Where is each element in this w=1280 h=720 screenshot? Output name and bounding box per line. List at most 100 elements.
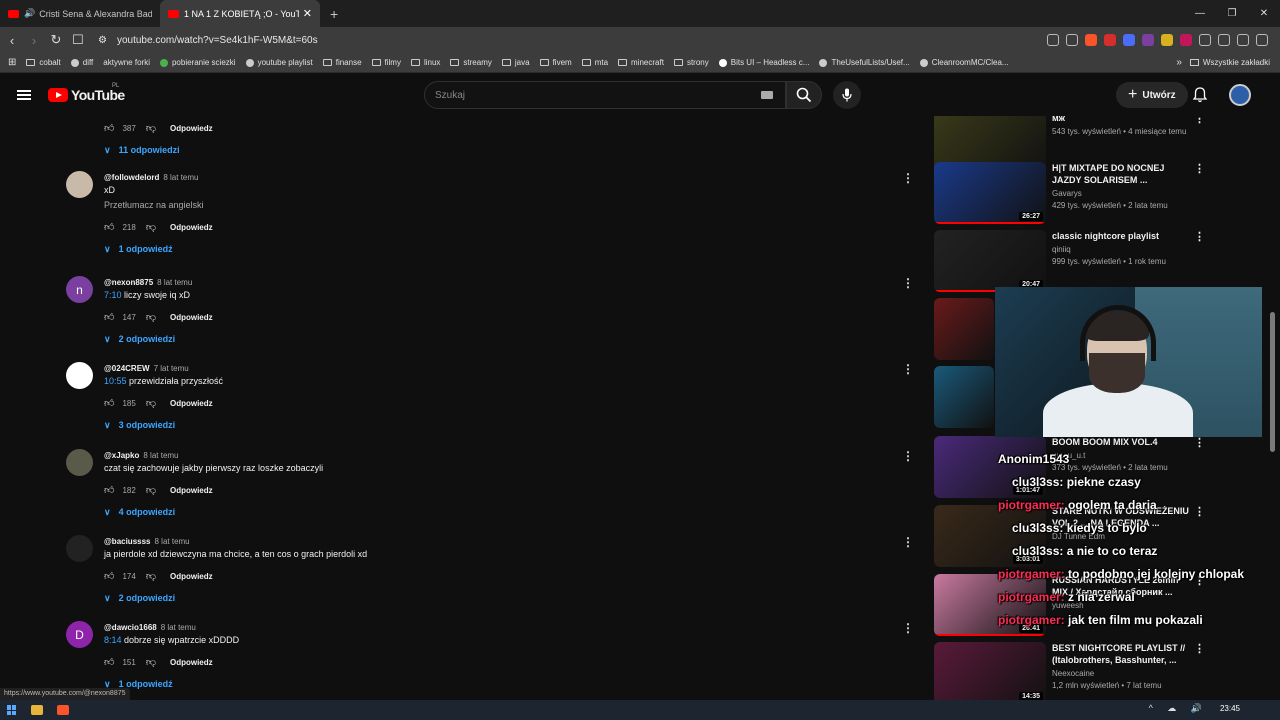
like-icon[interactable]: 👍︎ [104,397,114,409]
video-channel[interactable]: Gavarys [1052,189,1192,198]
like-icon[interactable]: 👍︎ [104,221,114,233]
extension-red-icon[interactable] [1104,34,1116,46]
like-icon[interactable]: 👍︎ [104,122,114,134]
show-replies-button[interactable]: ∨ 4 odpowiedzi [104,502,864,522]
comment-time[interactable]: 7 lat temu [154,364,189,373]
media-icon[interactable] [1237,34,1249,46]
comment-author[interactable]: @followdelord [104,173,159,182]
commenter-avatar[interactable] [66,171,93,198]
bookmark-folder[interactable]: mta [581,58,608,67]
like-icon[interactable]: 👍︎ [104,656,114,668]
comment-timestamp-link[interactable]: 10:55 [104,376,127,386]
related-video[interactable]: 20:47 classic nightcore playlist qiniiq … [934,230,1280,294]
comment-more-actions-icon[interactable]: ⋮ [902,535,914,549]
more-bookmarks-icon[interactable]: » [1176,57,1182,68]
show-replies-button[interactable]: ∨ 2 odpowiedzi [104,329,864,349]
extensions-puzzle-icon[interactable] [1199,34,1211,46]
extension-yellow-icon[interactable] [1161,34,1173,46]
reply-button[interactable]: Odpowiedz [170,658,213,667]
extension-pen-icon[interactable] [1180,34,1192,46]
video-title[interactable]: BEST NIGHTCORE PLAYLIST // (Italobrother… [1052,642,1192,666]
like-icon[interactable]: 👍︎ [104,311,114,323]
create-button[interactable]: + Utwórz [1116,82,1188,108]
comment-author[interactable]: @024CREW [104,364,150,373]
bookmark-folder[interactable]: finanse [322,58,362,67]
reply-button[interactable]: Odpowiedz [170,124,213,133]
video-channel[interactable]: Neexocaine [1052,669,1192,678]
video-thumbnail[interactable]: 20:47 [934,230,1046,292]
search-button[interactable] [786,81,822,109]
dislike-icon[interactable]: 👎︎ [146,122,156,134]
video-channel[interactable]: qiniiq [1052,245,1192,254]
bookmark-item[interactable]: TheUsefulLists/Usef... [819,58,910,67]
close-tab-icon[interactable]: ✕ [303,7,312,20]
comment-time[interactable]: 8 lat temu [157,278,192,287]
dislike-icon[interactable]: 👎︎ [146,311,156,323]
bookmark-folder[interactable]: linux [410,58,440,67]
translate-link[interactable]: Przetłumacz na angielski [104,198,864,213]
comment-more-actions-icon[interactable]: ⋮ [902,171,914,185]
tab-cristi-sena[interactable]: 🔊 Cristi Sena & Alexandra Badoi - [ [0,0,160,27]
dislike-icon[interactable]: 👎︎ [146,397,156,409]
share-icon[interactable] [1066,34,1078,46]
commenter-avatar[interactable] [66,535,93,562]
comment-more-actions-icon[interactable]: ⋮ [902,621,914,635]
video-more-actions-icon[interactable]: ⋮ [1194,162,1205,175]
comment-timestamp-link[interactable]: 7:10 [104,290,122,300]
video-title[interactable]: classic nightcore playlist [1052,230,1192,242]
video-thumbnail[interactable]: 26:27 [934,162,1046,224]
cast-icon[interactable] [1047,34,1059,46]
url-bar[interactable]: ⚙ youtube.com/watch?v=Se4k1hF-W5M&t=60s [98,35,1047,46]
commenter-avatar[interactable] [66,362,93,389]
commenter-avatar[interactable]: D [66,621,93,648]
comment-more-actions-icon[interactable]: ⋮ [902,362,914,376]
close-window-button[interactable]: ✕ [1248,8,1280,19]
apps-grid-icon[interactable]: ⊞ [8,57,16,68]
commenter-avatar[interactable]: n [66,276,93,303]
page-scrollbar[interactable] [1270,312,1275,452]
file-explorer-icon[interactable] [31,705,43,715]
comment-author[interactable]: @dawcio1668 [104,623,157,632]
voice-search-button[interactable] [833,81,861,109]
all-bookmarks-folder[interactable]: Wszystkie zakładki [1189,58,1270,67]
bookmark-folder[interactable]: strony [673,58,709,67]
show-replies-button[interactable]: ∨ 1 odpowiedź [104,674,864,694]
comment-time[interactable]: 8 lat temu [143,451,178,460]
bookmark-item[interactable]: pobieranie sciezki [159,58,236,67]
like-icon[interactable]: 👍︎ [104,484,114,496]
related-video[interactable]: 14:35 BEST NIGHTCORE PLAYLIST // (Italob… [934,642,1280,700]
video-thumbnail[interactable] [934,298,994,360]
commenter-avatar[interactable] [66,449,93,476]
menu-icon[interactable] [1256,34,1268,46]
show-replies-button[interactable]: ∨ 11 odpowiedzi [104,140,864,160]
related-video[interactable]: 26:27 H|T MIXTAPE DO NOCNEJ JAZDY SOLARI… [934,162,1280,226]
start-windows-icon[interactable] [7,705,17,715]
taskbar-clock[interactable]: 23:45 [1220,704,1240,713]
comment-time[interactable]: 8 lat temu [161,623,196,632]
bookmark-item[interactable]: cobalt [26,58,61,67]
reply-button[interactable]: Odpowiedz [170,486,213,495]
comment-time[interactable]: 8 lat temu [155,537,190,546]
comment-more-actions-icon[interactable]: ⋮ [902,449,914,463]
bookmark-item[interactable]: CleanroomMC/Clea... [919,58,1009,67]
back-button[interactable]: ‹ [2,33,22,48]
dislike-icon[interactable]: 👎︎ [146,570,156,582]
show-replies-button[interactable]: ∨ 3 odpowiedzi [104,415,864,435]
video-more-actions-icon[interactable]: ⋮ [1194,230,1205,243]
brave-shield-icon[interactable] [1085,34,1097,46]
bookmark-folder[interactable]: streamy [450,58,492,67]
dislike-icon[interactable]: 👎︎ [146,484,156,496]
site-info-icon[interactable]: ⚙ [98,35,107,46]
comment-more-actions-icon[interactable]: ⋮ [902,276,914,290]
tab-active-video[interactable]: 1 NA 1 Z KOBIETĄ ;O - YouTube ✕ [160,0,320,27]
video-thumbnail[interactable] [934,366,994,428]
bookmark-folder[interactable]: java [501,58,530,67]
bookmark-item[interactable]: Bits UI – Headless c... [718,58,809,67]
audio-playing-icon[interactable]: 🔊 [24,8,35,19]
comment-author[interactable]: @xJapko [104,451,139,460]
reply-button[interactable]: Odpowiedz [170,223,213,232]
reply-button[interactable]: Odpowiedz [170,313,213,322]
search-input[interactable]: Szukaj [424,81,786,109]
bookmark-folder[interactable]: filmy [371,58,401,67]
youtube-logo[interactable]: YouTube PL [48,83,125,103]
